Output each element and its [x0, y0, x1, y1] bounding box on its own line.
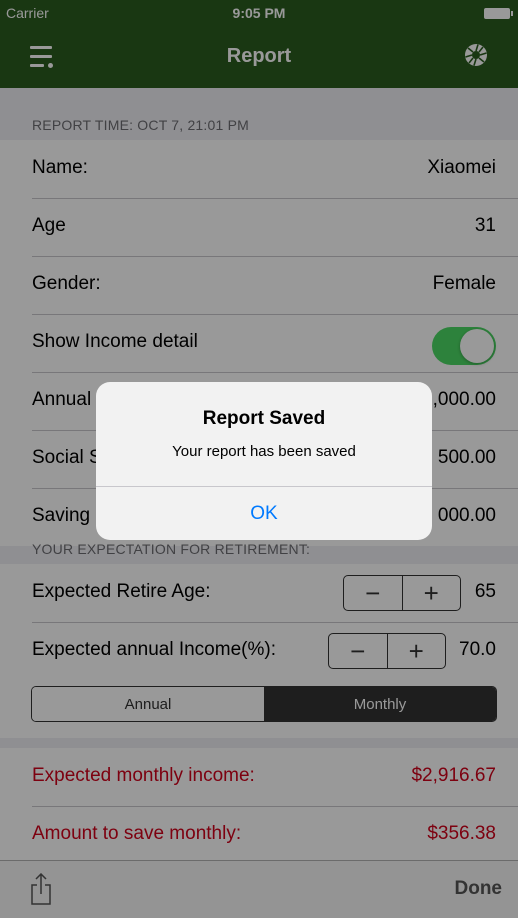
report-saved-alert: Report Saved Your report has been saved … — [96, 382, 432, 540]
alert-title: Report Saved — [202, 408, 326, 429]
report-screen: Carrier 9:05 PM Report REPORT TIME: OCT … — [0, 0, 518, 918]
alert-ok-button[interactable]: OK — [96, 487, 432, 540]
alert-message: Your report has been saved — [172, 443, 356, 460]
